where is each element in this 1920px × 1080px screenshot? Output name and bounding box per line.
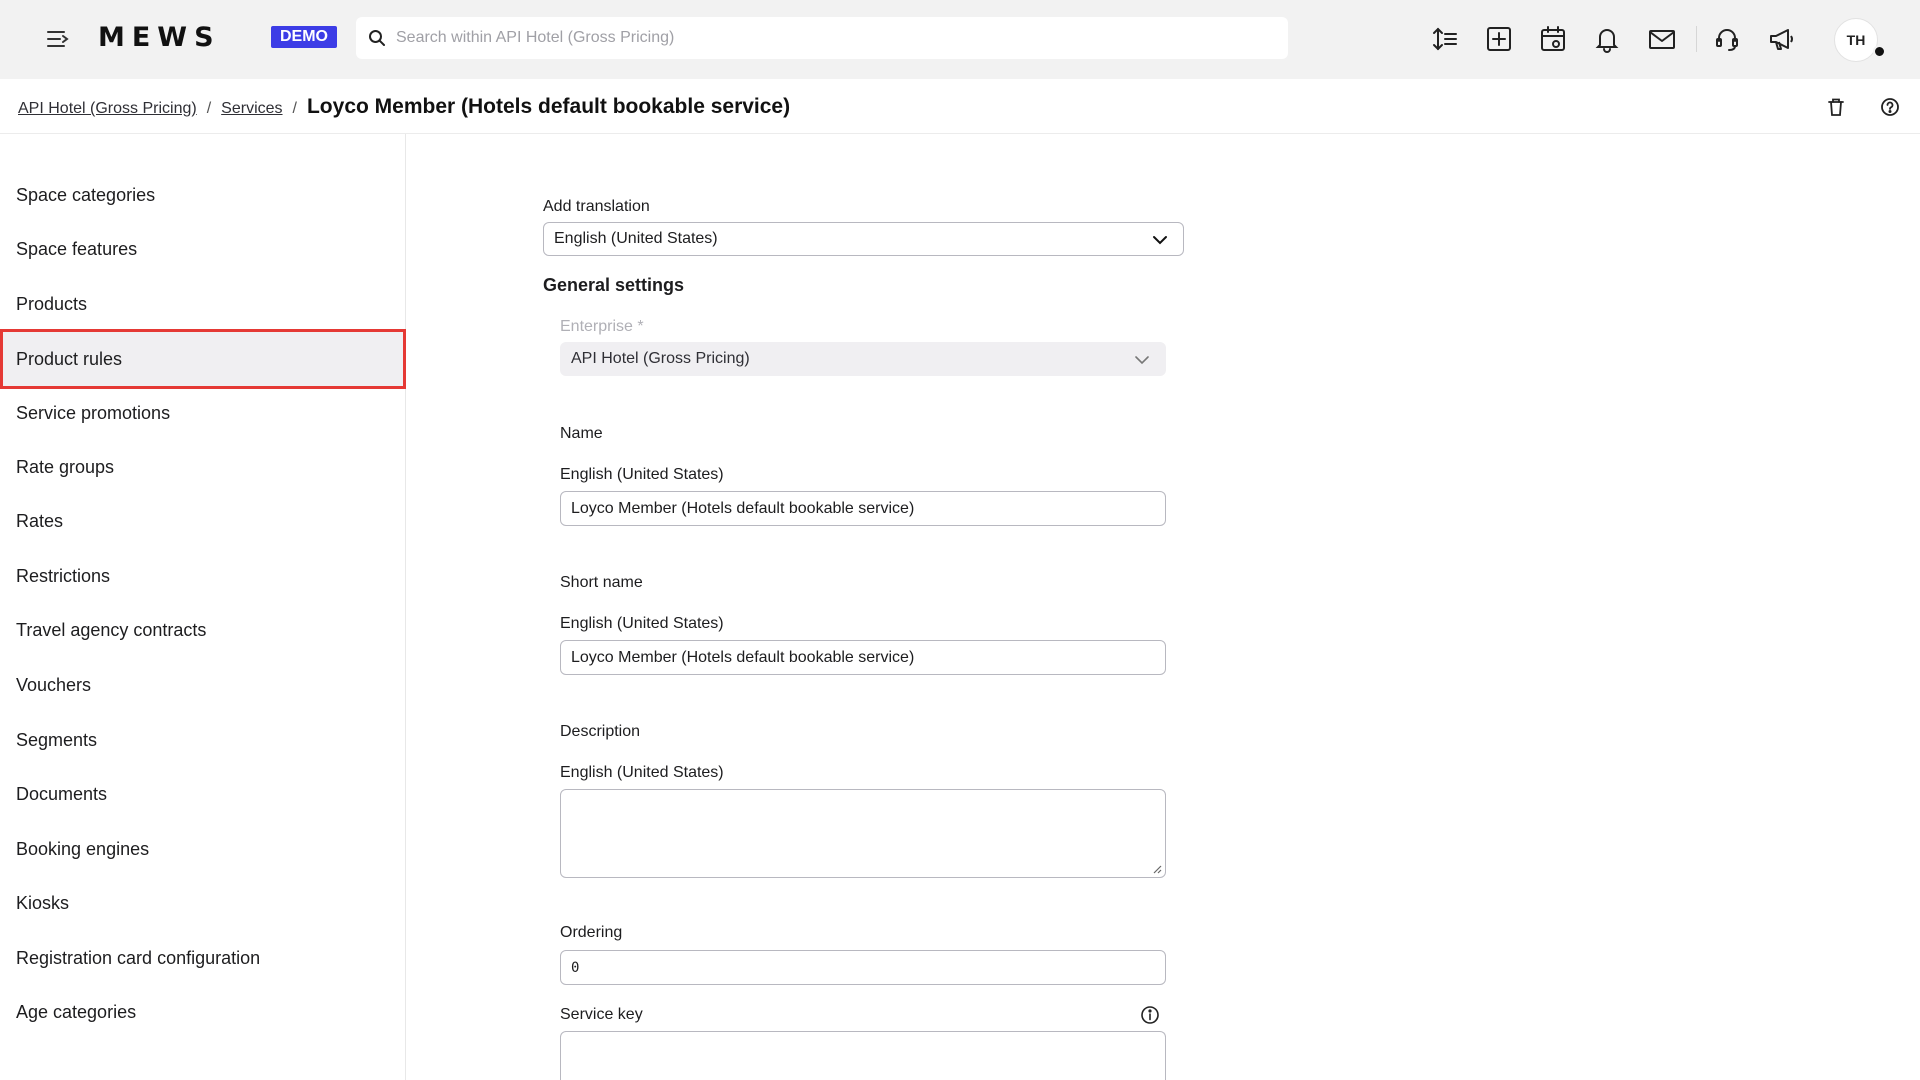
sidebar-item-kiosks[interactable]: Kiosks: [0, 876, 406, 931]
description-label: Description: [560, 723, 641, 740]
search-input[interactable]: [396, 29, 1276, 47]
add-translation-label: Add translation: [543, 198, 650, 215]
enterprise-value: API Hotel (Gross Pricing): [571, 350, 750, 367]
sidebar-item-travel-agency-contracts[interactable]: Travel agency contracts: [0, 603, 406, 658]
resize-handle-icon[interactable]: [1152, 864, 1162, 874]
top-bar: MEWS DEMO TH: [0, 0, 1920, 79]
sidebar-item-registration-card-configuration[interactable]: Registration card configuration: [0, 931, 406, 986]
user-avatar[interactable]: TH: [1834, 18, 1878, 62]
breadcrumb-separator: /: [206, 100, 212, 117]
sidebar-item-documents[interactable]: Documents: [0, 767, 406, 822]
calendar-view-icon[interactable]: [1536, 22, 1570, 56]
help-icon[interactable]: [1877, 94, 1903, 120]
breadcrumb-services-link[interactable]: Services: [221, 100, 282, 118]
sidebar-item-booking-engines[interactable]: Booking engines: [0, 822, 406, 877]
sidebar-item-product-rules[interactable]: Product rules: [0, 329, 406, 389]
sidebar-item-age-categories[interactable]: Age categories: [0, 985, 406, 1040]
breadcrumb: API Hotel (Gross Pricing) / Services / L…: [18, 95, 790, 119]
sidebar-item-space-features[interactable]: Space features: [0, 222, 406, 277]
announcement-icon[interactable]: [1764, 22, 1798, 56]
sidebar-item-rates[interactable]: Rates: [0, 494, 406, 549]
support-icon[interactable]: [1710, 22, 1744, 56]
add-icon[interactable]: [1482, 22, 1516, 56]
chevron-down-icon: [1153, 236, 1167, 245]
sidebar-item-service-promotions[interactable]: Service promotions: [0, 386, 406, 441]
short-name-input[interactable]: Loyco Member (Hotels default bookable se…: [560, 640, 1166, 675]
sidebar-item-space-categories[interactable]: Space categories: [0, 168, 406, 223]
breadcrumb-separator: /: [292, 100, 297, 117]
enterprise-label: Enterprise *: [560, 318, 644, 335]
description-textarea[interactable]: [560, 789, 1166, 878]
mail-icon[interactable]: [1645, 22, 1679, 56]
mews-logo[interactable]: MEWS: [98, 22, 221, 53]
trash-icon[interactable]: [1823, 94, 1849, 120]
service-key-input[interactable]: [560, 1031, 1166, 1080]
sidebar-item-restrictions[interactable]: Restrictions: [0, 549, 406, 604]
toolbar-divider: [1696, 26, 1697, 52]
search-icon: [369, 30, 385, 46]
name-label: Name: [560, 425, 603, 442]
chevron-down-icon: [1135, 356, 1149, 365]
ordering-input[interactable]: 0: [560, 950, 1166, 985]
menu-icon[interactable]: [44, 26, 72, 52]
sort-icon[interactable]: [1428, 22, 1462, 56]
add-translation-select[interactable]: English (United States): [543, 222, 1184, 256]
info-icon[interactable]: [1140, 1005, 1160, 1025]
breadcrumb-enterprise-link[interactable]: API Hotel (Gross Pricing): [18, 100, 197, 118]
general-settings-title: General settings: [543, 275, 685, 295]
short-name-language-label: English (United States): [560, 615, 724, 632]
sidebar-item-products[interactable]: Products: [0, 277, 406, 332]
status-dot: [1873, 45, 1886, 58]
name-language-label: English (United States): [560, 466, 724, 483]
demo-badge: DEMO: [271, 26, 337, 48]
short-name-label: Short name: [560, 574, 643, 591]
sidebar-item-rate-groups[interactable]: Rate groups: [0, 440, 406, 495]
ordering-label: Ordering: [560, 924, 623, 941]
sidebar: Space categories Space features Products…: [0, 134, 406, 1080]
enterprise-select: API Hotel (Gross Pricing): [560, 342, 1166, 376]
add-translation-value: English (United States): [554, 230, 718, 247]
search-bar[interactable]: [356, 17, 1288, 59]
sidebar-item-segments[interactable]: Segments: [0, 713, 406, 768]
name-input[interactable]: Loyco Member (Hotels default bookable se…: [560, 491, 1166, 526]
sidebar-item-vouchers[interactable]: Vouchers: [0, 658, 406, 713]
service-key-label: Service key: [560, 1006, 643, 1023]
bell-icon[interactable]: [1590, 22, 1624, 56]
service-form: Add translation English (United States) …: [406, 134, 1920, 1080]
page-title: Loyco Member (Hotels default bookable se…: [306, 95, 791, 118]
description-language-label: English (United States): [560, 764, 724, 781]
breadcrumb-bar: API Hotel (Gross Pricing) / Services / L…: [0, 79, 1920, 134]
